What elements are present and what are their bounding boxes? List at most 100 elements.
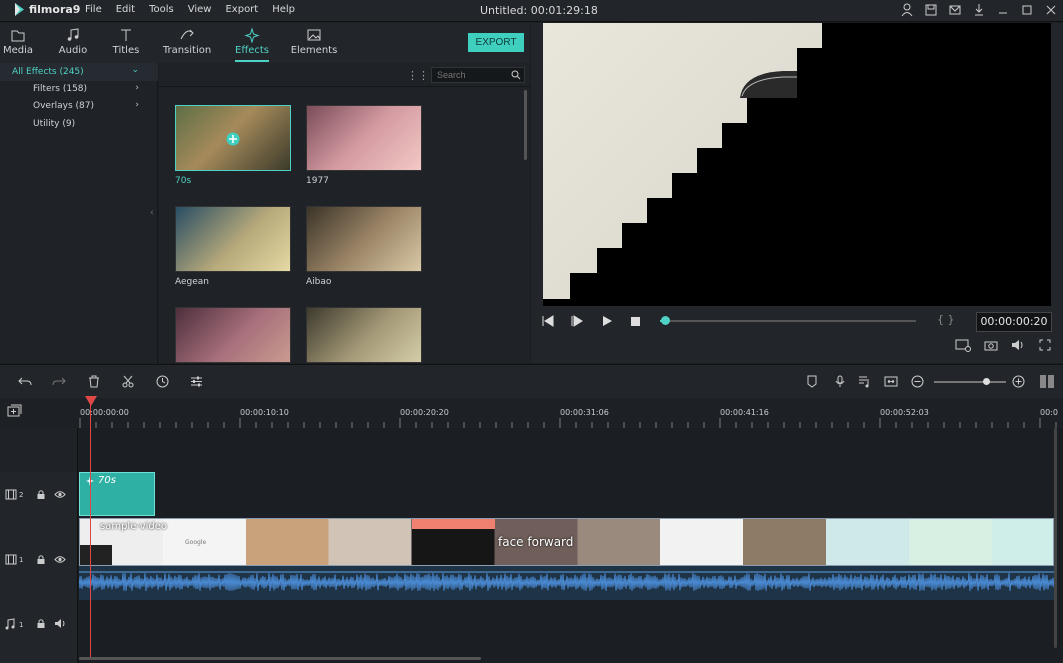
track-number: 1 — [19, 556, 24, 564]
mark-in-out[interactable]: { } — [937, 313, 955, 326]
account-icon[interactable] — [901, 3, 913, 17]
audio-waveform[interactable] — [79, 566, 1054, 600]
menu-file[interactable]: File — [85, 4, 102, 15]
ruler-time: 00:00:10:10 — [240, 408, 289, 417]
effect-label: Aegean — [175, 277, 210, 287]
chevron-right-icon[interactable]: › — [135, 83, 139, 93]
playhead-line[interactable] — [90, 398, 91, 660]
close-icon[interactable] — [1045, 3, 1057, 17]
delete-icon[interactable] — [88, 375, 100, 388]
timeline-scrollbar[interactable] — [79, 657, 481, 660]
eye-icon[interactable] — [54, 490, 66, 499]
music-note-icon — [67, 28, 79, 41]
tab-media[interactable]: Media — [0, 27, 48, 56]
category-filters[interactable]: Filters (158) — [33, 84, 87, 94]
chevron-down-icon[interactable]: ⌄ — [131, 65, 139, 75]
effect-thumbnail-aegean[interactable] — [175, 206, 291, 272]
tab-titles[interactable]: Titles — [96, 27, 156, 56]
effect-thumbnail[interactable] — [175, 307, 291, 363]
video-clip-label: sample-video — [100, 521, 168, 532]
track-header-empty — [0, 428, 78, 472]
lock-icon[interactable] — [36, 489, 46, 500]
film-icon — [5, 554, 17, 565]
snapshot-icon[interactable] — [984, 339, 998, 351]
download-icon[interactable] — [973, 3, 985, 17]
menu-export[interactable]: Export — [225, 4, 258, 15]
playhead-handle[interactable] — [85, 396, 97, 406]
zoom-out-icon[interactable] — [911, 375, 924, 388]
speaker-icon[interactable] — [54, 618, 67, 629]
menu-edit[interactable]: Edit — [116, 4, 135, 15]
ruler-time: 00:00:41:16 — [720, 408, 769, 417]
step-back-icon[interactable] — [541, 315, 555, 327]
menu-view[interactable]: View — [188, 4, 212, 15]
effect-thumbnail[interactable] — [306, 307, 422, 363]
fullscreen-icon[interactable] — [1039, 339, 1051, 351]
effect-label: 70s — [175, 176, 192, 186]
library-tabs: Media Audio Titles Transition Effects El… — [0, 23, 530, 63]
preview-frame — [543, 23, 822, 299]
lock-icon[interactable] — [36, 554, 46, 565]
effect-thumbnail-70s[interactable] — [175, 105, 291, 171]
stop-icon[interactable] — [630, 316, 641, 327]
display-settings-icon[interactable] — [955, 339, 971, 352]
cut-icon[interactable] — [122, 375, 134, 388]
zoom-slider-knob[interactable] — [982, 378, 990, 385]
tab-transition[interactable]: Transition — [157, 27, 217, 56]
playback-progress-track[interactable] — [660, 316, 916, 325]
add-track-icon[interactable] — [7, 404, 23, 418]
lock-icon[interactable] — [36, 618, 46, 629]
minimize-icon[interactable] — [997, 3, 1009, 17]
play-frame-icon[interactable] — [570, 315, 584, 327]
track-number: 2 — [19, 491, 24, 499]
voiceover-icon[interactable] — [858, 375, 871, 388]
tab-elements[interactable]: Elements — [284, 27, 344, 56]
track-header-fx: 2 — [0, 472, 78, 518]
mail-icon[interactable] — [949, 3, 961, 17]
speed-icon[interactable] — [156, 375, 169, 388]
track-number: 1 — [19, 621, 24, 629]
add-icon[interactable] — [226, 132, 240, 146]
timeline-ruler[interactable]: 00:00:00:00 00:00:10:10 00:00:20:20 00:0… — [0, 398, 1063, 428]
music-note-icon — [5, 618, 15, 630]
thumbnail-text: Google — [185, 539, 207, 546]
play-icon[interactable] — [601, 315, 613, 327]
export-button[interactable]: EXPORT — [468, 33, 524, 52]
eye-icon[interactable] — [54, 555, 66, 564]
app-logo: filmora9 — [14, 3, 80, 16]
thumbnail-detail — [412, 519, 495, 529]
chevron-right-icon[interactable]: › — [135, 100, 139, 110]
track-header-video: 1 — [0, 518, 78, 602]
undo-icon[interactable] — [18, 376, 32, 388]
project-duration: 00:01:29:18 — [530, 4, 598, 17]
microphone-icon[interactable] — [834, 375, 846, 388]
volume-icon[interactable] — [1011, 339, 1025, 351]
category-utility[interactable]: Utility (9) — [33, 119, 75, 129]
collapse-panel-icon[interactable]: ‹ — [150, 208, 154, 218]
video-clip[interactable]: sample-video Google face forward — [79, 518, 1054, 566]
marker-icon[interactable] — [806, 375, 818, 388]
menu-tools[interactable]: Tools — [149, 4, 174, 15]
tab-audio[interactable]: Audio — [43, 27, 103, 56]
maximize-icon[interactable] — [1021, 3, 1033, 17]
redo-icon[interactable] — [52, 376, 66, 388]
title-bar: filmora9 File Edit Tools View Export Hel… — [0, 0, 1063, 22]
thumbnail-text: face forward — [498, 535, 574, 549]
category-all-effects[interactable]: All Effects (245) — [12, 67, 84, 77]
effects-grid-panel: ⋮⋮⋮ 70s 1977 Aegean Aibao — [159, 63, 530, 363]
tab-effects[interactable]: Effects — [222, 27, 282, 56]
panel-layout-icon[interactable] — [1039, 374, 1055, 389]
ruler-time: 00:00:31:06 — [560, 408, 609, 417]
menu-help[interactable]: Help — [272, 4, 295, 15]
timeline-vertical-scrollbar[interactable] — [1054, 428, 1057, 648]
effects-scrollbar[interactable] — [524, 90, 527, 160]
zoom-in-icon[interactable] — [1012, 375, 1025, 388]
save-icon[interactable] — [925, 3, 937, 17]
category-overlays[interactable]: Overlays (87) — [33, 101, 94, 111]
effect-thumbnail-aibao[interactable] — [306, 206, 422, 272]
adjust-icon[interactable] — [190, 375, 203, 388]
ruler-time: 00:00:00:00 — [80, 408, 129, 417]
effect-thumbnail-1977[interactable] — [306, 105, 422, 171]
zoom-slider-track[interactable] — [934, 378, 1006, 385]
fit-timeline-icon[interactable] — [884, 375, 898, 388]
